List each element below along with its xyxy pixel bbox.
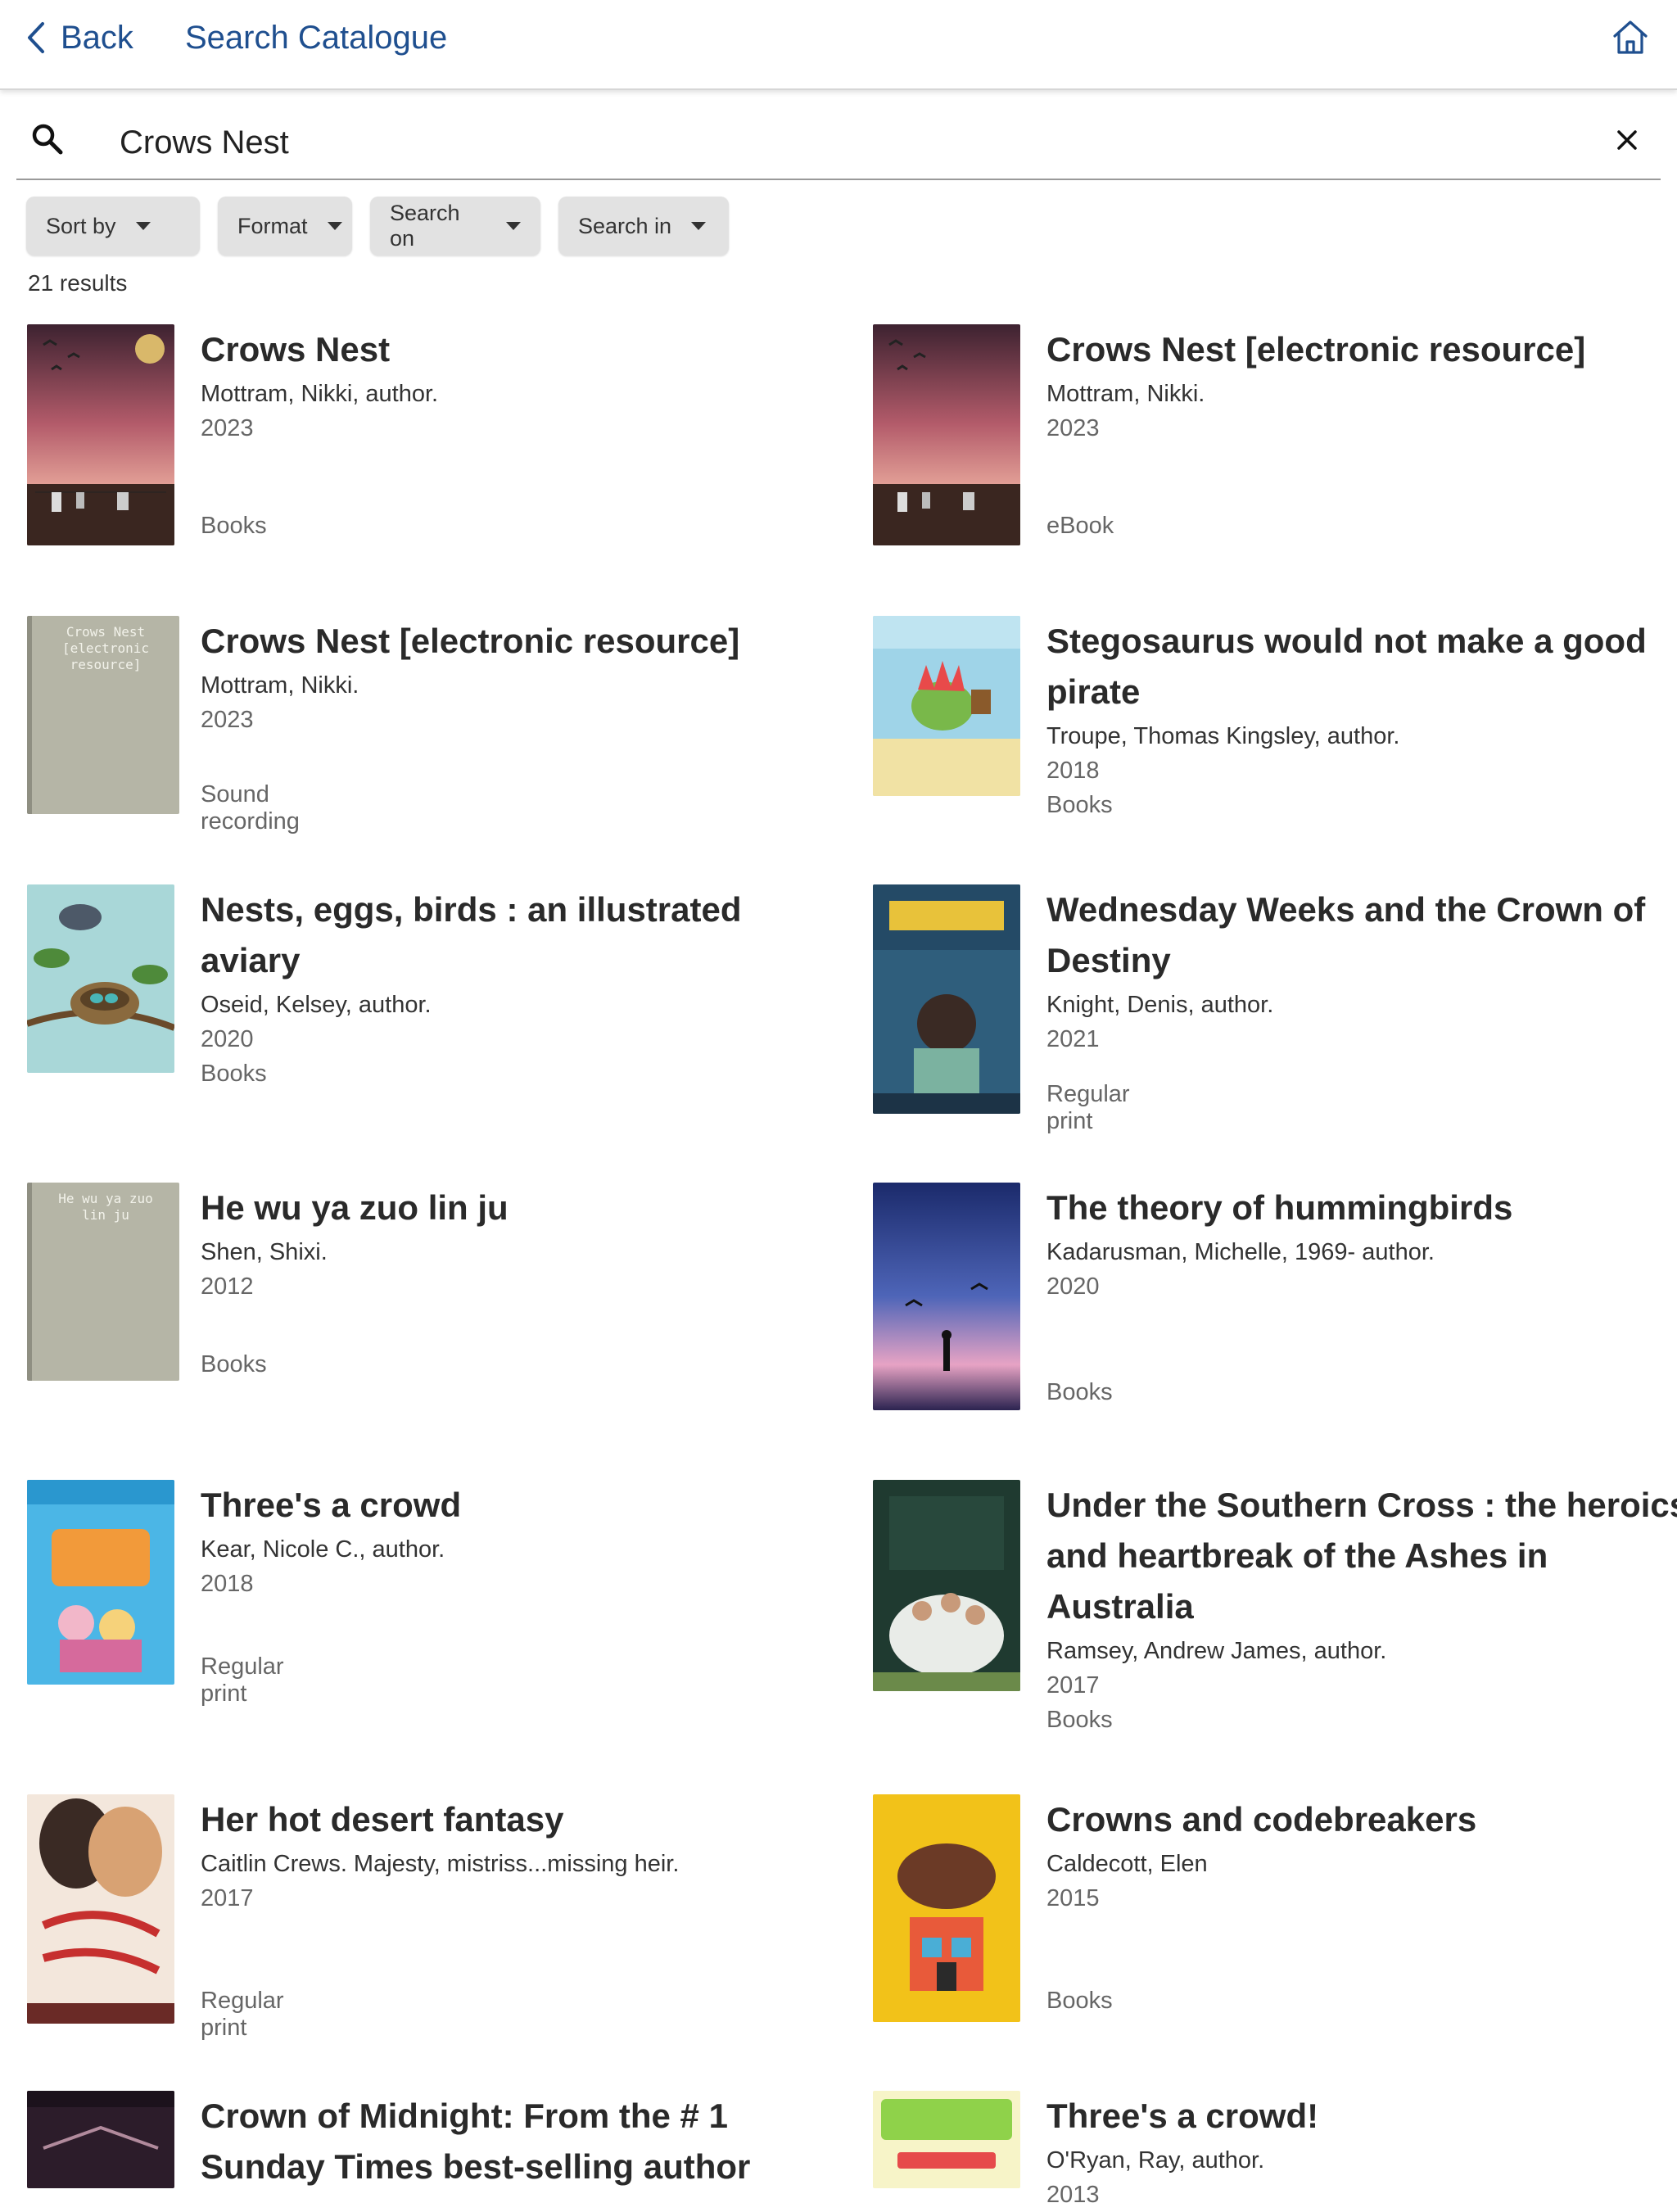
result-author: Shen, Shixi. — [201, 1239, 328, 1265]
top-bar: Back Search Catalogue — [0, 0, 1677, 90]
result-author: Mottram, Nikki. — [201, 672, 359, 699]
close-icon[interactable] — [1613, 126, 1641, 154]
book-cover — [27, 1794, 174, 2024]
result-title[interactable]: Under the Southern Cross : the heroics a… — [1046, 1480, 1677, 1632]
page-title: Search Catalogue — [185, 20, 448, 56]
result-title[interactable]: Crown of Midnight: From the # 1 Sunday T… — [201, 2091, 848, 2192]
cover-text: He wu ya zuo lin ju — [58, 1191, 153, 1223]
result-author: Caitlin Crews. Majesty, mistriss...missi… — [201, 1851, 680, 1877]
result-title[interactable]: He wu ya zuo lin ju — [201, 1183, 848, 1233]
result-year: 2020 — [201, 1026, 254, 1052]
result-author: Troupe, Thomas Kingsley, author. — [1046, 723, 1400, 749]
result-author: Caldecott, Elen — [1046, 1851, 1208, 1877]
result-year: 2017 — [201, 1885, 254, 1911]
book-cover — [27, 2091, 174, 2188]
result-year: 2023 — [201, 707, 254, 733]
result-year: 2012 — [201, 1273, 254, 1300]
sort-by-label: Sort by — [46, 213, 116, 238]
result-year: 2023 — [201, 415, 254, 441]
filter-bar: Sort by Format Search on Search in — [26, 197, 729, 256]
result-format: Regular print — [201, 1653, 284, 1707]
result-format: Books — [1046, 1707, 1113, 1733]
result-year: 2023 — [1046, 415, 1100, 441]
result-year: 2018 — [1046, 758, 1100, 784]
format-label: Format — [237, 213, 308, 238]
book-cover — [873, 1183, 1020, 1410]
result-author: Oseid, Kelsey, author. — [201, 992, 432, 1018]
book-cover — [873, 1794, 1020, 2022]
result-year: 2020 — [1046, 1273, 1100, 1300]
search-on-label: Search on — [390, 201, 460, 251]
book-cover — [27, 1480, 174, 1685]
result-format: Books — [201, 1351, 267, 1377]
search-bar — [16, 115, 1661, 180]
result-title[interactable]: Nests, eggs, birds : an illustrated avia… — [201, 884, 848, 986]
result-title[interactable]: Her hot desert fantasy — [201, 1794, 848, 1845]
result-format: Books — [1046, 1379, 1113, 1405]
result-year: 2015 — [1046, 1885, 1100, 1911]
result-title[interactable]: Crows Nest [electronic resource] — [201, 616, 848, 667]
result-format: Books — [201, 513, 267, 539]
chevron-left-icon — [28, 22, 44, 53]
result-author: Kear, Nicole C., author. — [201, 1536, 445, 1563]
placeholder-cover: He wu ya zuo lin ju — [27, 1183, 179, 1381]
caret-down-icon — [135, 222, 151, 230]
book-cover — [27, 324, 174, 545]
result-format: Regular print — [1046, 1081, 1130, 1134]
result-title[interactable]: Crows Nest — [201, 324, 848, 375]
caret-down-icon — [327, 222, 342, 230]
book-cover — [873, 324, 1020, 545]
result-author: O'Ryan, Ray, author. — [1046, 2147, 1265, 2174]
back-label: Back — [61, 19, 133, 56]
book-cover — [27, 884, 174, 1073]
sort-by-dropdown[interactable]: Sort by — [26, 197, 200, 256]
caret-down-icon — [691, 222, 707, 230]
result-format: eBook — [1046, 513, 1114, 539]
search-icon — [32, 124, 63, 155]
result-format: Sound recording — [201, 781, 300, 835]
book-cover — [873, 2091, 1020, 2188]
book-cover — [873, 884, 1020, 1114]
result-format: Books — [1046, 792, 1113, 818]
search-on-dropdown[interactable]: Search on — [370, 197, 540, 256]
result-title[interactable]: Wednesday Weeks and the Crown of Destiny — [1046, 884, 1677, 986]
search-in-label: Search in — [578, 213, 672, 238]
result-title[interactable]: Three's a crowd — [201, 1480, 848, 1531]
result-format: Books — [201, 1061, 267, 1087]
result-title[interactable]: Three's a crowd! — [1046, 2091, 1677, 2142]
result-author: Ramsey, Andrew James, author. — [1046, 1638, 1387, 1664]
result-year: 2013 — [1046, 2182, 1100, 2208]
caret-down-icon — [506, 222, 521, 230]
home-icon[interactable] — [1610, 16, 1651, 57]
result-year: 2018 — [201, 1571, 254, 1597]
cover-text: Crows Nest [electronic resource] — [62, 624, 149, 672]
result-author: Mottram, Nikki. — [1046, 381, 1205, 407]
search-input[interactable] — [120, 115, 1593, 170]
result-format: Books — [1046, 1988, 1113, 2014]
book-cover — [873, 1480, 1020, 1691]
result-title[interactable]: Crows Nest [electronic resource] — [1046, 324, 1677, 375]
result-author: Knight, Denis, author. — [1046, 992, 1274, 1018]
book-cover — [873, 616, 1020, 796]
result-author: Kadarusman, Michelle, 1969- author. — [1046, 1239, 1435, 1265]
results-count: 21 results — [28, 270, 128, 296]
result-title[interactable]: Stegosaurus would not make a good pirate — [1046, 616, 1677, 717]
result-title[interactable]: Crowns and codebreakers — [1046, 1794, 1677, 1845]
format-dropdown[interactable]: Format — [218, 197, 352, 256]
search-in-dropdown[interactable]: Search in — [558, 197, 729, 256]
result-year: 2021 — [1046, 1026, 1100, 1052]
result-format: Regular print — [201, 1988, 284, 2041]
result-year: 2017 — [1046, 1672, 1100, 1699]
result-title[interactable]: The theory of hummingbirds — [1046, 1183, 1677, 1233]
result-author: Mottram, Nikki, author. — [201, 381, 439, 407]
placeholder-cover: Crows Nest [electronic resource] — [27, 616, 179, 814]
back-button[interactable]: Back — [25, 15, 133, 61]
